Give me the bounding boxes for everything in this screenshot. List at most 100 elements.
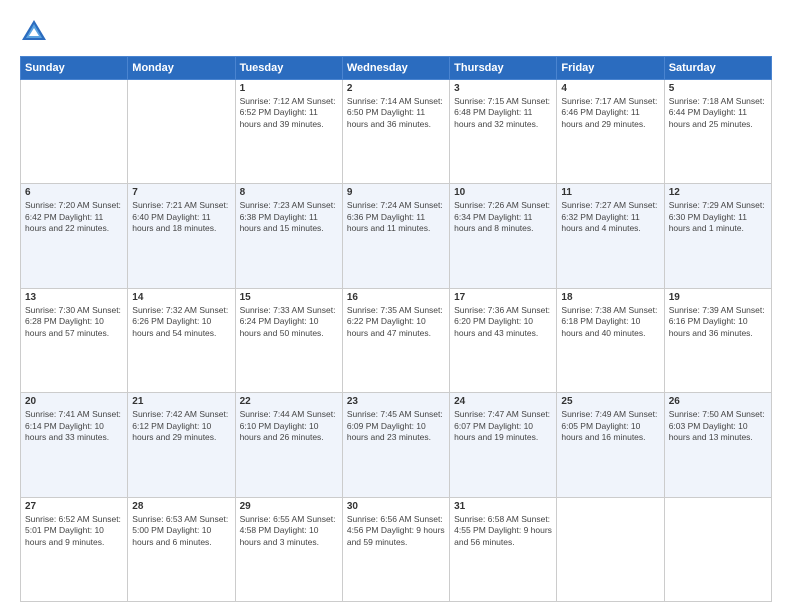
calendar-cell: 4 Sunrise: 7:17 AM Sunset: 6:46 PM Daylig… (557, 80, 664, 184)
day-info: Sunrise: 6:53 AM Sunset: 5:00 PM Dayligh… (132, 514, 230, 548)
day-info: Sunrise: 7:45 AM Sunset: 6:09 PM Dayligh… (347, 409, 445, 443)
weekday-header-thursday: Thursday (450, 57, 557, 80)
calendar-cell (21, 80, 128, 184)
day-info: Sunrise: 7:47 AM Sunset: 6:07 PM Dayligh… (454, 409, 552, 443)
calendar-cell: 17 Sunrise: 7:36 AM Sunset: 6:20 PM Dayli… (450, 288, 557, 392)
day-info: Sunrise: 7:38 AM Sunset: 6:18 PM Dayligh… (561, 305, 659, 339)
day-number: 2 (347, 83, 445, 94)
day-number: 31 (454, 501, 552, 512)
calendar-cell: 12 Sunrise: 7:29 AM Sunset: 6:30 PM Dayli… (664, 184, 771, 288)
calendar-cell: 3Sunrise: 7:15 AM Sunset: 6:48 PM Daylig… (450, 80, 557, 184)
calendar-cell: 30 Sunrise: 6:56 AM Sunset: 4:56 PM Dayli… (342, 497, 449, 601)
day-number: 7 (132, 187, 230, 198)
day-number: 23 (347, 396, 445, 407)
day-info: Sunrise: 7:20 AM Sunset: 6:42 PM Dayligh… (25, 200, 123, 234)
day-number: 24 (454, 396, 552, 407)
day-number: 18 (561, 292, 659, 303)
calendar-cell (557, 497, 664, 601)
calendar-week-row: 20 Sunrise: 7:41 AM Sunset: 6:14 PM Dayli… (21, 393, 772, 497)
weekday-header-saturday: Saturday (664, 57, 771, 80)
day-number: 13 (25, 292, 123, 303)
calendar-cell: 10Sunrise: 7:26 AM Sunset: 6:34 PM Dayli… (450, 184, 557, 288)
day-info: Sunrise: 6:55 AM Sunset: 4:58 PM Dayligh… (240, 514, 338, 548)
calendar-table: SundayMondayTuesdayWednesdayThursdayFrid… (20, 56, 772, 602)
calendar-cell: 22 Sunrise: 7:44 AM Sunset: 6:10 PM Dayli… (235, 393, 342, 497)
day-number: 1 (240, 83, 338, 94)
day-info: Sunrise: 7:17 AM Sunset: 6:46 PM Dayligh… (561, 96, 659, 130)
day-number: 4 (561, 83, 659, 94)
day-number: 10 (454, 187, 552, 198)
calendar-cell: 8 Sunrise: 7:23 AM Sunset: 6:38 PM Daylig… (235, 184, 342, 288)
day-number: 19 (669, 292, 767, 303)
calendar-cell: 1 Sunrise: 7:12 AM Sunset: 6:52 PM Daylig… (235, 80, 342, 184)
day-number: 20 (25, 396, 123, 407)
calendar-cell (128, 80, 235, 184)
calendar-cell: 11 Sunrise: 7:27 AM Sunset: 6:32 PM Dayli… (557, 184, 664, 288)
weekday-header-sunday: Sunday (21, 57, 128, 80)
day-info: Sunrise: 7:50 AM Sunset: 6:03 PM Dayligh… (669, 409, 767, 443)
calendar-cell: 7 Sunrise: 7:21 AM Sunset: 6:40 PM Daylig… (128, 184, 235, 288)
calendar-cell: 6 Sunrise: 7:20 AM Sunset: 6:42 PM Daylig… (21, 184, 128, 288)
page: SundayMondayTuesdayWednesdayThursdayFrid… (0, 0, 792, 612)
day-info: Sunrise: 7:23 AM Sunset: 6:38 PM Dayligh… (240, 200, 338, 234)
day-number: 9 (347, 187, 445, 198)
calendar-cell: 25 Sunrise: 7:49 AM Sunset: 6:05 PM Dayli… (557, 393, 664, 497)
day-info: Sunrise: 7:49 AM Sunset: 6:05 PM Dayligh… (561, 409, 659, 443)
calendar-cell: 5 Sunrise: 7:18 AM Sunset: 6:44 PM Daylig… (664, 80, 771, 184)
calendar-cell: 29 Sunrise: 6:55 AM Sunset: 4:58 PM Dayli… (235, 497, 342, 601)
day-number: 11 (561, 187, 659, 198)
day-info: Sunrise: 7:36 AM Sunset: 6:20 PM Dayligh… (454, 305, 552, 339)
calendar-cell: 31 Sunrise: 6:58 AM Sunset: 4:55 PM Dayli… (450, 497, 557, 601)
day-info: Sunrise: 7:12 AM Sunset: 6:52 PM Dayligh… (240, 96, 338, 130)
day-number: 5 (669, 83, 767, 94)
day-info: Sunrise: 7:15 AM Sunset: 6:48 PM Dayligh… (454, 96, 552, 130)
day-number: 21 (132, 396, 230, 407)
day-info: Sunrise: 7:33 AM Sunset: 6:24 PM Dayligh… (240, 305, 338, 339)
day-number: 30 (347, 501, 445, 512)
calendar-cell: 9 Sunrise: 7:24 AM Sunset: 6:36 PM Daylig… (342, 184, 449, 288)
day-number: 16 (347, 292, 445, 303)
calendar-cell: 26 Sunrise: 7:50 AM Sunset: 6:03 PM Dayli… (664, 393, 771, 497)
day-number: 28 (132, 501, 230, 512)
day-number: 26 (669, 396, 767, 407)
day-number: 14 (132, 292, 230, 303)
day-number: 27 (25, 501, 123, 512)
weekday-header-wednesday: Wednesday (342, 57, 449, 80)
calendar-cell: 16Sunrise: 7:35 AM Sunset: 6:22 PM Dayli… (342, 288, 449, 392)
day-info: Sunrise: 7:30 AM Sunset: 6:28 PM Dayligh… (25, 305, 123, 339)
day-number: 15 (240, 292, 338, 303)
day-info: Sunrise: 7:18 AM Sunset: 6:44 PM Dayligh… (669, 96, 767, 130)
day-info: Sunrise: 7:39 AM Sunset: 6:16 PM Dayligh… (669, 305, 767, 339)
day-info: Sunrise: 7:14 AM Sunset: 6:50 PM Dayligh… (347, 96, 445, 130)
calendar-cell: 19 Sunrise: 7:39 AM Sunset: 6:16 PM Dayli… (664, 288, 771, 392)
calendar-cell: 24 Sunrise: 7:47 AM Sunset: 6:07 PM Dayli… (450, 393, 557, 497)
day-number: 29 (240, 501, 338, 512)
calendar-cell: 23 Sunrise: 7:45 AM Sunset: 6:09 PM Dayli… (342, 393, 449, 497)
day-info: Sunrise: 7:29 AM Sunset: 6:30 PM Dayligh… (669, 200, 767, 234)
logo-icon (20, 18, 48, 46)
calendar-cell: 14Sunrise: 7:32 AM Sunset: 6:26 PM Dayli… (128, 288, 235, 392)
day-number: 25 (561, 396, 659, 407)
calendar-cell: 21 Sunrise: 7:42 AM Sunset: 6:12 PM Dayli… (128, 393, 235, 497)
weekday-header-monday: Monday (128, 57, 235, 80)
day-info: Sunrise: 6:56 AM Sunset: 4:56 PM Dayligh… (347, 514, 445, 548)
day-info: Sunrise: 6:58 AM Sunset: 4:55 PM Dayligh… (454, 514, 552, 548)
day-number: 6 (25, 187, 123, 198)
day-info: Sunrise: 7:42 AM Sunset: 6:12 PM Dayligh… (132, 409, 230, 443)
day-info: Sunrise: 7:24 AM Sunset: 6:36 PM Dayligh… (347, 200, 445, 234)
weekday-header-tuesday: Tuesday (235, 57, 342, 80)
day-info: Sunrise: 7:27 AM Sunset: 6:32 PM Dayligh… (561, 200, 659, 234)
day-info: Sunrise: 7:41 AM Sunset: 6:14 PM Dayligh… (25, 409, 123, 443)
day-number: 22 (240, 396, 338, 407)
calendar-cell: 28 Sunrise: 6:53 AM Sunset: 5:00 PM Dayli… (128, 497, 235, 601)
day-info: Sunrise: 7:44 AM Sunset: 6:10 PM Dayligh… (240, 409, 338, 443)
day-number: 12 (669, 187, 767, 198)
calendar-week-row: 13 Sunrise: 7:30 AM Sunset: 6:28 PM Dayli… (21, 288, 772, 392)
day-number: 17 (454, 292, 552, 303)
weekday-header-row: SundayMondayTuesdayWednesdayThursdayFrid… (21, 57, 772, 80)
calendar-week-row: 1 Sunrise: 7:12 AM Sunset: 6:52 PM Daylig… (21, 80, 772, 184)
day-number: 8 (240, 187, 338, 198)
calendar-cell: 18 Sunrise: 7:38 AM Sunset: 6:18 PM Dayli… (557, 288, 664, 392)
day-info: Sunrise: 7:21 AM Sunset: 6:40 PM Dayligh… (132, 200, 230, 234)
calendar-cell: 20 Sunrise: 7:41 AM Sunset: 6:14 PM Dayli… (21, 393, 128, 497)
